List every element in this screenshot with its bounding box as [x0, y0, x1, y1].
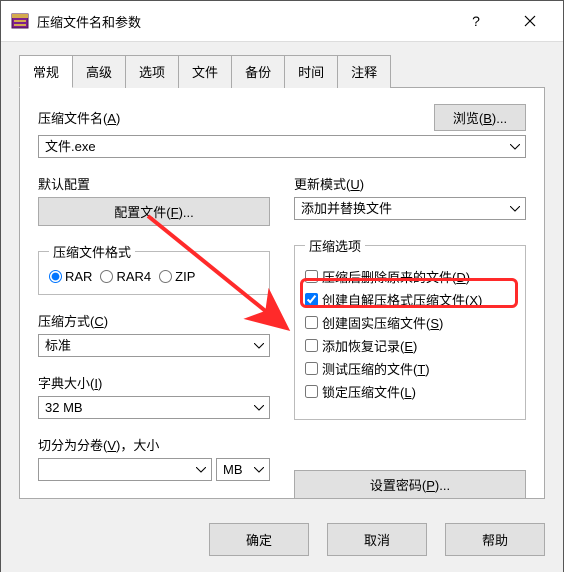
- update-combo[interactable]: 添加并替换文件: [294, 197, 526, 220]
- method-combo[interactable]: 标准: [38, 334, 270, 357]
- split-label: 切分为分卷(V)，大小: [38, 435, 270, 454]
- opt-recovery[interactable]: 添加恢复记录(E): [305, 336, 515, 355]
- tab-files[interactable]: 文件: [178, 55, 232, 88]
- filename-input[interactable]: 文件.exe: [38, 135, 526, 158]
- radio-rar4[interactable]: RAR4: [100, 269, 151, 284]
- filename-label: 压缩文件名(A): [38, 108, 424, 127]
- dialog-window: 压缩文件名和参数 ? 常规 高级 选项 文件 备份 时间 注释 压缩文件名(A)…: [0, 0, 564, 572]
- tab-options[interactable]: 选项: [125, 55, 179, 88]
- opt-solid-input[interactable]: [305, 316, 318, 329]
- profile-label: 默认配置: [38, 174, 270, 193]
- tab-comment[interactable]: 注释: [337, 55, 391, 88]
- opt-test-input[interactable]: [305, 362, 318, 375]
- left-column: 默认配置 配置文件(F)... 压缩文件格式 RAR: [38, 174, 270, 499]
- window-title: 压缩文件名和参数: [37, 12, 141, 31]
- split-size-combo[interactable]: [38, 458, 212, 481]
- app-icon: [11, 12, 29, 30]
- radio-rar4-input[interactable]: [100, 270, 113, 283]
- tab-advanced[interactable]: 高级: [72, 55, 126, 88]
- method-label: 压缩方式(C): [38, 311, 270, 330]
- tab-panel: 压缩文件名(A) 浏览(B)... 文件.exe 默认配置 配置文件(F)...…: [19, 87, 545, 499]
- opt-delete-after-input[interactable]: [305, 270, 318, 283]
- dict-combo[interactable]: 32 MB: [38, 396, 270, 419]
- close-button[interactable]: [507, 7, 553, 35]
- opt-sfx[interactable]: 创建自解压格式压缩文件(X): [305, 290, 515, 309]
- tab-time[interactable]: 时间: [284, 55, 338, 88]
- opt-test[interactable]: 测试压缩的文件(T): [305, 359, 515, 378]
- cancel-button[interactable]: 取消: [327, 523, 427, 556]
- content-area: 常规 高级 选项 文件 备份 时间 注释 压缩文件名(A) 浏览(B)... 文…: [1, 42, 563, 511]
- opt-recovery-input[interactable]: [305, 339, 318, 352]
- opt-sfx-input[interactable]: [305, 293, 318, 306]
- profile-button[interactable]: 配置文件(F)...: [38, 197, 270, 226]
- opt-lock-input[interactable]: [305, 385, 318, 398]
- radio-zip[interactable]: ZIP: [159, 269, 195, 284]
- ok-button[interactable]: 确定: [209, 523, 309, 556]
- titlebar: 压缩文件名和参数 ?: [1, 1, 563, 42]
- browse-button[interactable]: 浏览(B)...: [434, 104, 526, 131]
- dialog-footer: 确定 取消 帮助: [1, 511, 563, 572]
- opt-lock[interactable]: 锁定压缩文件(L): [305, 382, 515, 401]
- opt-solid[interactable]: 创建固实压缩文件(S): [305, 313, 515, 332]
- radio-zip-input[interactable]: [159, 270, 172, 283]
- update-label: 更新模式(U): [294, 174, 526, 193]
- right-column: 更新模式(U) 添加并替换文件 压缩选项 压缩后删除原来的文件(D): [294, 174, 526, 499]
- tab-bar: 常规 高级 选项 文件 备份 时间 注释: [19, 54, 545, 87]
- format-fieldset: 压缩文件格式 RAR RAR4: [38, 242, 270, 295]
- radio-rar[interactable]: RAR: [49, 269, 92, 284]
- opt-delete-after[interactable]: 压缩后删除原来的文件(D): [305, 267, 515, 286]
- password-button[interactable]: 设置密码(P)...: [294, 470, 526, 499]
- radio-rar-input[interactable]: [49, 270, 62, 283]
- tab-backup[interactable]: 备份: [231, 55, 285, 88]
- tab-general[interactable]: 常规: [19, 55, 73, 88]
- dict-label: 字典大小(I): [38, 373, 270, 392]
- split-unit-combo[interactable]: MB: [216, 458, 270, 481]
- options-fieldset: 压缩选项 压缩后删除原来的文件(D) 创建自解压格式压缩文件(X): [294, 236, 526, 420]
- options-legend: 压缩选项: [305, 236, 365, 255]
- format-legend: 压缩文件格式: [49, 242, 135, 261]
- help-footer-button[interactable]: 帮助: [445, 523, 545, 556]
- help-button[interactable]: ?: [453, 7, 499, 35]
